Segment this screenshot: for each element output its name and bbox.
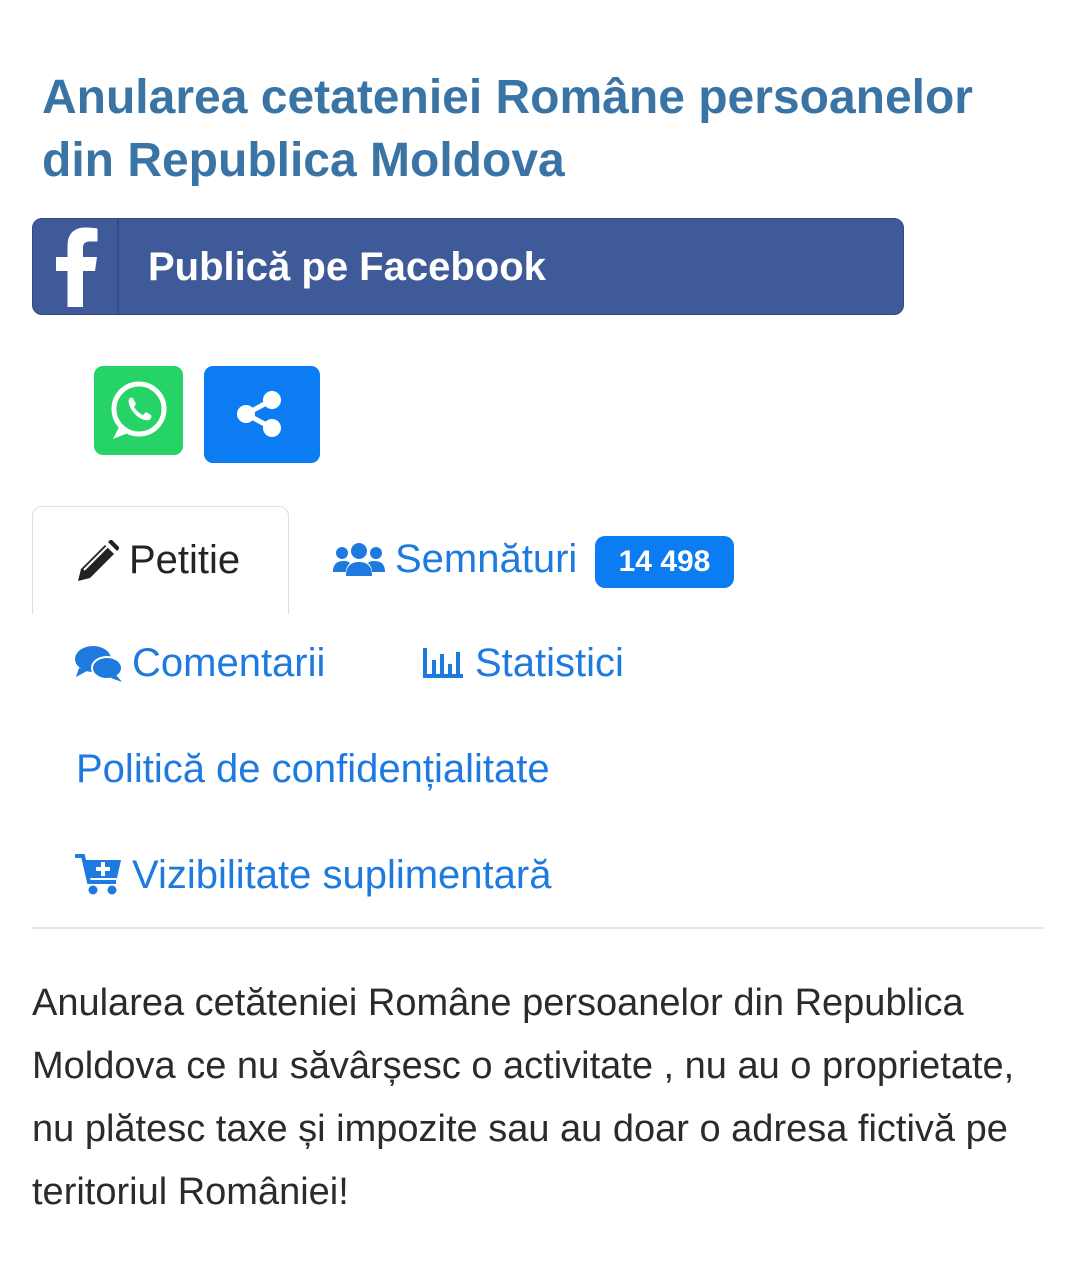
signature-count-badge: 14 498 — [595, 536, 734, 588]
tab-privacy-policy[interactable]: Politică de confidențialitate — [76, 746, 596, 792]
facebook-share-button[interactable]: Publică pe Facebook — [32, 218, 904, 315]
users-icon — [333, 543, 385, 576]
section-divider — [32, 927, 1044, 929]
petition-title: Anularea cetateniei Române persoanelor d… — [42, 71, 973, 187]
comments-icon — [75, 646, 123, 682]
pencil-icon — [78, 540, 119, 581]
tab-visibility-label: Vizibilitate suplimentară — [132, 853, 552, 897]
share-button[interactable] — [204, 366, 320, 463]
tab-petition[interactable]: Petitie — [32, 506, 289, 614]
tab-comments[interactable]: Comentarii — [74, 640, 344, 686]
share-icon — [237, 391, 281, 437]
tab-extra-visibility[interactable]: Vizibilitate suplimentară — [74, 852, 594, 898]
tab-statistics-label: Statistici — [475, 641, 624, 685]
cart-plus-icon — [75, 854, 121, 895]
tab-comments-label: Comentarii — [132, 641, 326, 685]
tab-petition-label: Petitie — [129, 538, 241, 582]
tab-signatures[interactable]: Semnături — [330, 536, 590, 582]
whatsapp-share-button[interactable] — [94, 366, 183, 455]
bar-chart-icon — [423, 648, 463, 678]
whatsapp-icon — [111, 381, 167, 439]
tab-signatures-label: Semnături — [395, 537, 578, 581]
facebook-icon — [33, 219, 119, 314]
facebook-share-label: Publică pe Facebook — [148, 245, 546, 289]
tab-statistics[interactable]: Statistici — [421, 640, 651, 686]
tab-privacy-label: Politică de confidențialitate — [76, 747, 550, 791]
petition-description: Anularea cetăteniei Române persoanelor d… — [32, 982, 1015, 1213]
